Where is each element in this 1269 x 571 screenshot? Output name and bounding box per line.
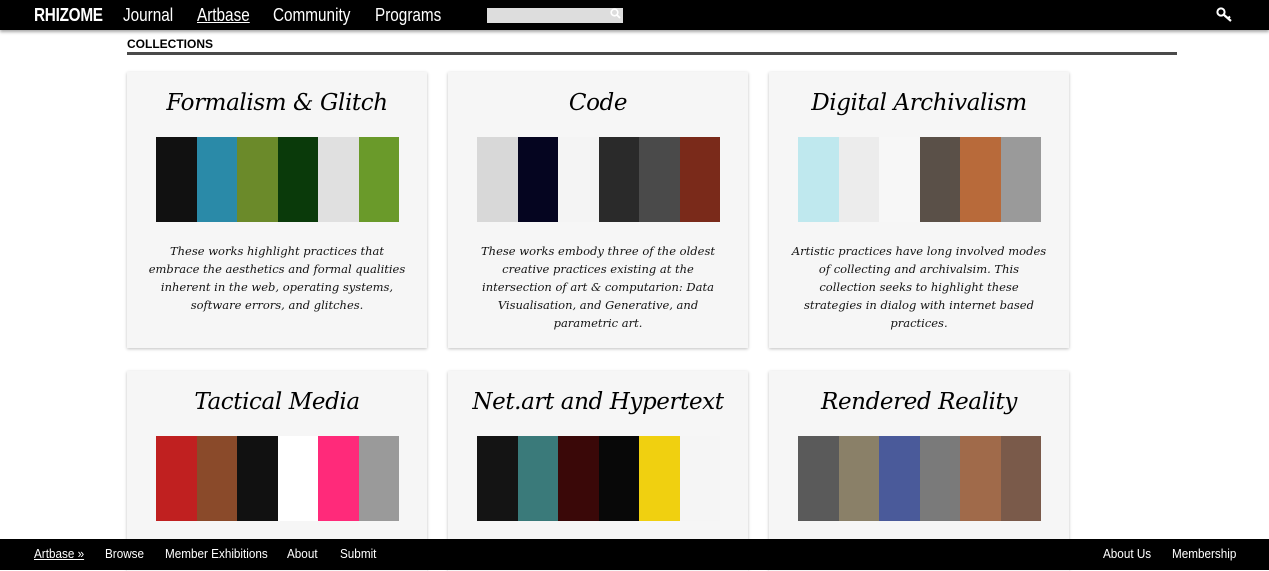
- card-title[interactable]: Net.art and Hypertext: [448, 389, 748, 415]
- artwork-thumbnail[interactable]: [517, 436, 558, 521]
- collection-card-formalism-glitch[interactable]: Formalism & Glitch These works highlight…: [127, 72, 427, 348]
- card-title[interactable]: Rendered Reality: [769, 389, 1069, 415]
- footer-submit-link[interactable]: Submit: [340, 546, 376, 561]
- card-title[interactable]: Digital Archivalism: [769, 90, 1069, 116]
- artwork-thumbnail[interactable]: [196, 436, 237, 521]
- card-description: These works highlight practices that emb…: [148, 244, 406, 312]
- artwork-thumbnail[interactable]: [960, 137, 1001, 222]
- card-thumbnail-strip[interactable]: [477, 436, 720, 521]
- artwork-thumbnail[interactable]: [838, 137, 879, 222]
- artwork-thumbnail[interactable]: [838, 436, 879, 521]
- artwork-thumbnail[interactable]: [879, 137, 920, 222]
- card-thumbnail-strip[interactable]: [798, 137, 1041, 222]
- artwork-thumbnail[interactable]: [558, 436, 599, 521]
- artwork-thumbnail[interactable]: [798, 436, 839, 521]
- card-thumbnail-strip[interactable]: [156, 137, 399, 222]
- artwork-thumbnail[interactable]: [679, 137, 720, 222]
- collection-card-digital-archivalism[interactable]: Digital Archivalism Artistic practices h…: [769, 72, 1069, 348]
- card-thumbnail-strip[interactable]: [156, 436, 399, 521]
- artwork-thumbnail[interactable]: [639, 436, 680, 521]
- nav-community[interactable]: Community: [273, 5, 350, 26]
- artwork-thumbnail[interactable]: [598, 436, 639, 521]
- artwork-thumbnail[interactable]: [960, 436, 1001, 521]
- artwork-thumbnail[interactable]: [237, 137, 278, 222]
- card-description: Artistic practices have long involved mo…: [791, 244, 1047, 330]
- artwork-thumbnail[interactable]: [598, 137, 639, 222]
- section-title: COLLECTIONS: [127, 37, 213, 51]
- artwork-thumbnail[interactable]: [277, 137, 318, 222]
- footer-membership-link[interactable]: Membership: [1172, 546, 1236, 561]
- artwork-thumbnail[interactable]: [919, 436, 960, 521]
- artwork-thumbnail[interactable]: [1000, 137, 1041, 222]
- nav-programs[interactable]: Programs: [375, 5, 441, 26]
- footer-about-us-link[interactable]: About Us: [1103, 546, 1151, 561]
- artwork-thumbnail[interactable]: [919, 137, 960, 222]
- artwork-thumbnail[interactable]: [277, 436, 318, 521]
- footer-browse-link[interactable]: Browse: [105, 546, 144, 561]
- search-input[interactable]: [487, 8, 623, 23]
- card-title[interactable]: Tactical Media: [127, 389, 427, 415]
- artwork-thumbnail[interactable]: [358, 436, 399, 521]
- top-nav-bar: RHIZOME Journal Artbase Community Progra…: [0, 0, 1269, 30]
- artwork-thumbnail[interactable]: [679, 436, 720, 521]
- artwork-thumbnail[interactable]: [558, 137, 599, 222]
- artwork-thumbnail[interactable]: [318, 436, 359, 521]
- card-thumbnail-strip[interactable]: [798, 436, 1041, 521]
- artwork-thumbnail[interactable]: [477, 137, 518, 222]
- artwork-thumbnail[interactable]: [639, 137, 680, 222]
- artwork-thumbnail[interactable]: [156, 436, 197, 521]
- nav-journal[interactable]: Journal: [123, 5, 173, 26]
- footer-about-link[interactable]: About: [287, 546, 318, 561]
- artwork-thumbnail[interactable]: [798, 137, 839, 222]
- artwork-thumbnail[interactable]: [1000, 436, 1041, 521]
- nav-artbase[interactable]: Artbase: [197, 5, 250, 26]
- artwork-thumbnail[interactable]: [879, 436, 920, 521]
- footer-nav-bar: Artbase » Browse Member Exhibitions Abou…: [0, 539, 1269, 570]
- footer-artbase-link[interactable]: Artbase »: [34, 546, 84, 561]
- artwork-thumbnail[interactable]: [477, 436, 518, 521]
- artwork-thumbnail[interactable]: [196, 137, 237, 222]
- section-divider: [127, 52, 1177, 55]
- card-title[interactable]: Code: [448, 90, 748, 116]
- rhizome-logo[interactable]: RHIZOME: [34, 5, 103, 26]
- footer-member-exhibitions-link[interactable]: Member Exhibitions: [165, 546, 268, 561]
- card-thumbnail-strip[interactable]: [477, 137, 720, 222]
- artwork-thumbnail[interactable]: [318, 137, 359, 222]
- search-icon[interactable]: [607, 8, 623, 23]
- card-description: These works embody three of the oldest c…: [481, 244, 715, 330]
- collection-card-code[interactable]: Code These works embody three of the old…: [448, 72, 748, 348]
- card-title[interactable]: Formalism & Glitch: [127, 90, 427, 116]
- artwork-thumbnail[interactable]: [358, 137, 399, 222]
- artwork-thumbnail[interactable]: [156, 137, 197, 222]
- artwork-thumbnail[interactable]: [237, 436, 278, 521]
- artwork-thumbnail[interactable]: [517, 137, 558, 222]
- key-icon[interactable]: [1216, 7, 1234, 23]
